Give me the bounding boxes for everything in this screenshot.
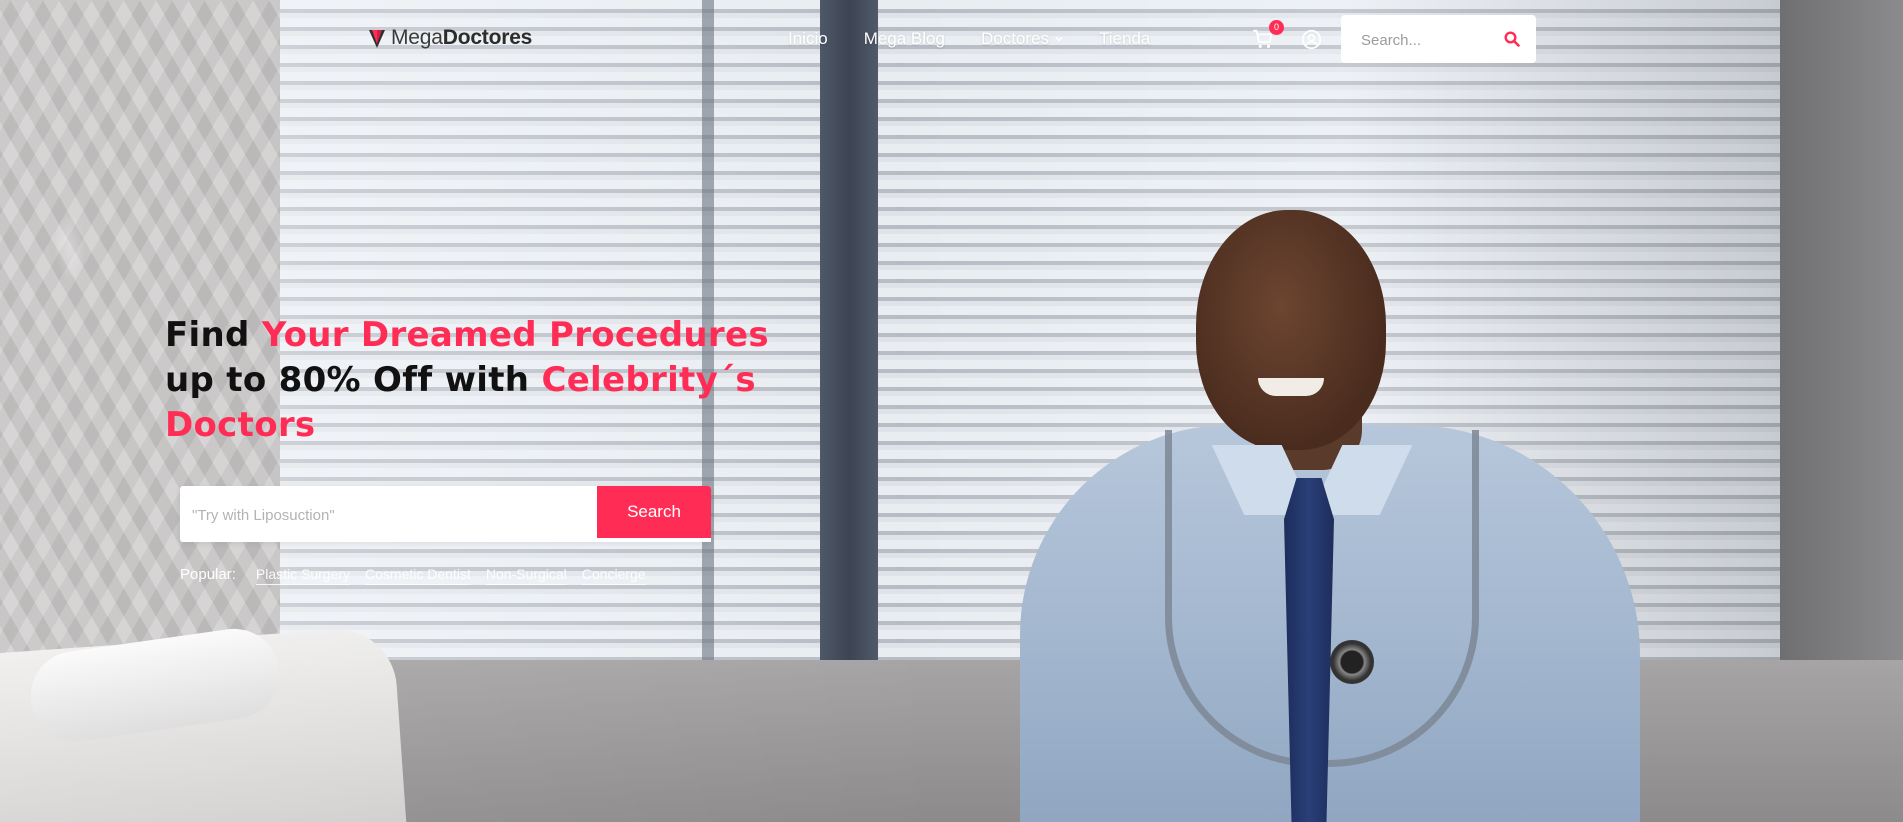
nav-item-tienda[interactable]: Tienda (1099, 29, 1150, 49)
popular-link-cosmetic-dentist[interactable]: Cosmetic Dentist (365, 566, 471, 585)
popular-link-plastic-surgery[interactable]: Plastic Surgery (255, 566, 351, 585)
nav-item-doctores[interactable]: Doctores (981, 29, 1063, 49)
procedure-search: Search (180, 486, 711, 544)
procedure-search-button[interactable]: Search (597, 486, 711, 538)
nav-item-inicio[interactable]: Inicio (788, 29, 828, 49)
popular-searches: Popular: Plastic Surgery Cosmetic Dentis… (180, 566, 661, 585)
user-circle-icon[interactable] (1301, 29, 1322, 50)
logo-text: MegaDoctores (391, 26, 533, 49)
cart-count-badge: 0 (1269, 20, 1284, 35)
search-icon[interactable] (1504, 31, 1520, 47)
popular-link-non-surgical[interactable]: Non-Surgical (485, 566, 567, 585)
popular-link-concierge[interactable]: Concierge (581, 566, 646, 585)
nav-item-mega-blog[interactable]: Mega Blog (864, 29, 945, 49)
main-nav: Inicio Mega Blog Doctores Tienda (788, 29, 1186, 49)
hero-title: Find Your Dreamed Procedures up to 80% Of… (165, 315, 769, 445)
popular-label: Popular: (180, 566, 236, 583)
header-search-input[interactable] (1341, 15, 1513, 65)
chevron-down-icon (1055, 37, 1063, 42)
diamond-logo-icon (369, 30, 385, 48)
site-header: MegaDoctores Inicio Mega Blog Doctores T… (0, 0, 1903, 78)
site-logo[interactable]: MegaDoctores (367, 26, 532, 50)
header-search (1341, 15, 1536, 65)
procedure-search-input[interactable] (180, 486, 594, 544)
